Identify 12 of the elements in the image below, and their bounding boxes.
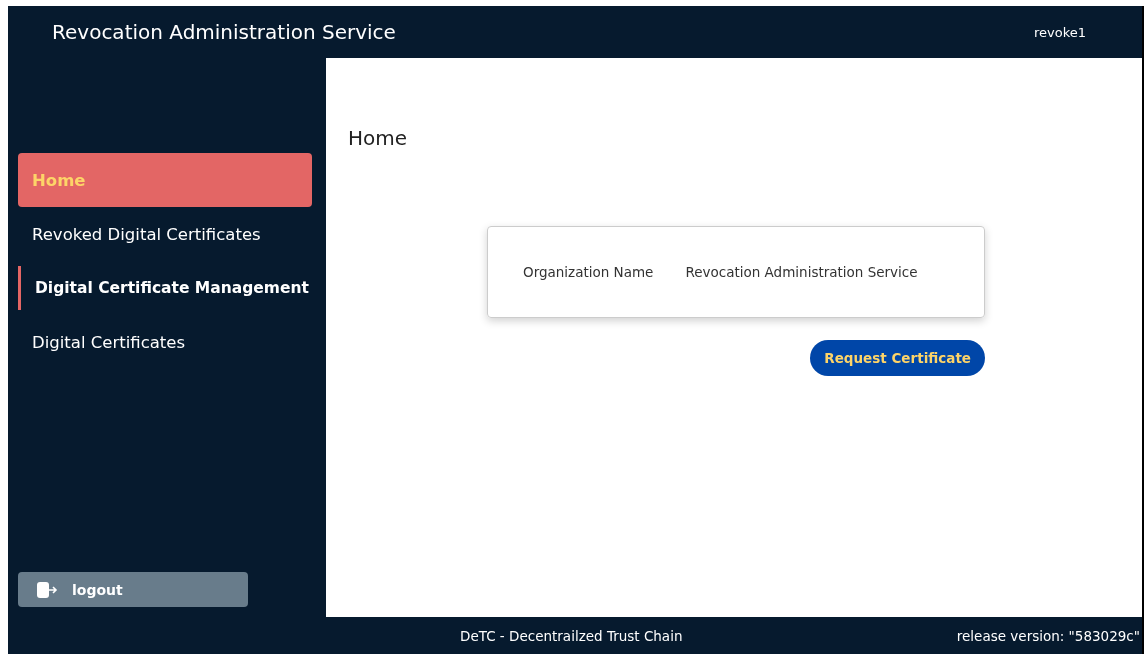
logout-button[interactable]: logout — [18, 572, 248, 607]
sidebar-item[interactable]: Revoked Digital Certificates — [18, 207, 312, 261]
app-title: Revocation Administration Service — [52, 20, 396, 44]
field-value: Revocation Administration Service — [685, 264, 918, 280]
logout-icon — [36, 580, 58, 599]
sidebar-item[interactable]: Digital Certificates — [18, 315, 312, 369]
field-label: Organization Name — [523, 264, 654, 280]
release-version: release version: "583029c" — [956, 627, 1141, 644]
footer-text: DeTC - Decentrailzed Trust Chain — [460, 627, 683, 644]
user-name: revoke1 — [1033, 24, 1086, 40]
page-title: Home — [348, 126, 409, 150]
request-certificate-button[interactable]: Request Certificate — [810, 340, 985, 376]
